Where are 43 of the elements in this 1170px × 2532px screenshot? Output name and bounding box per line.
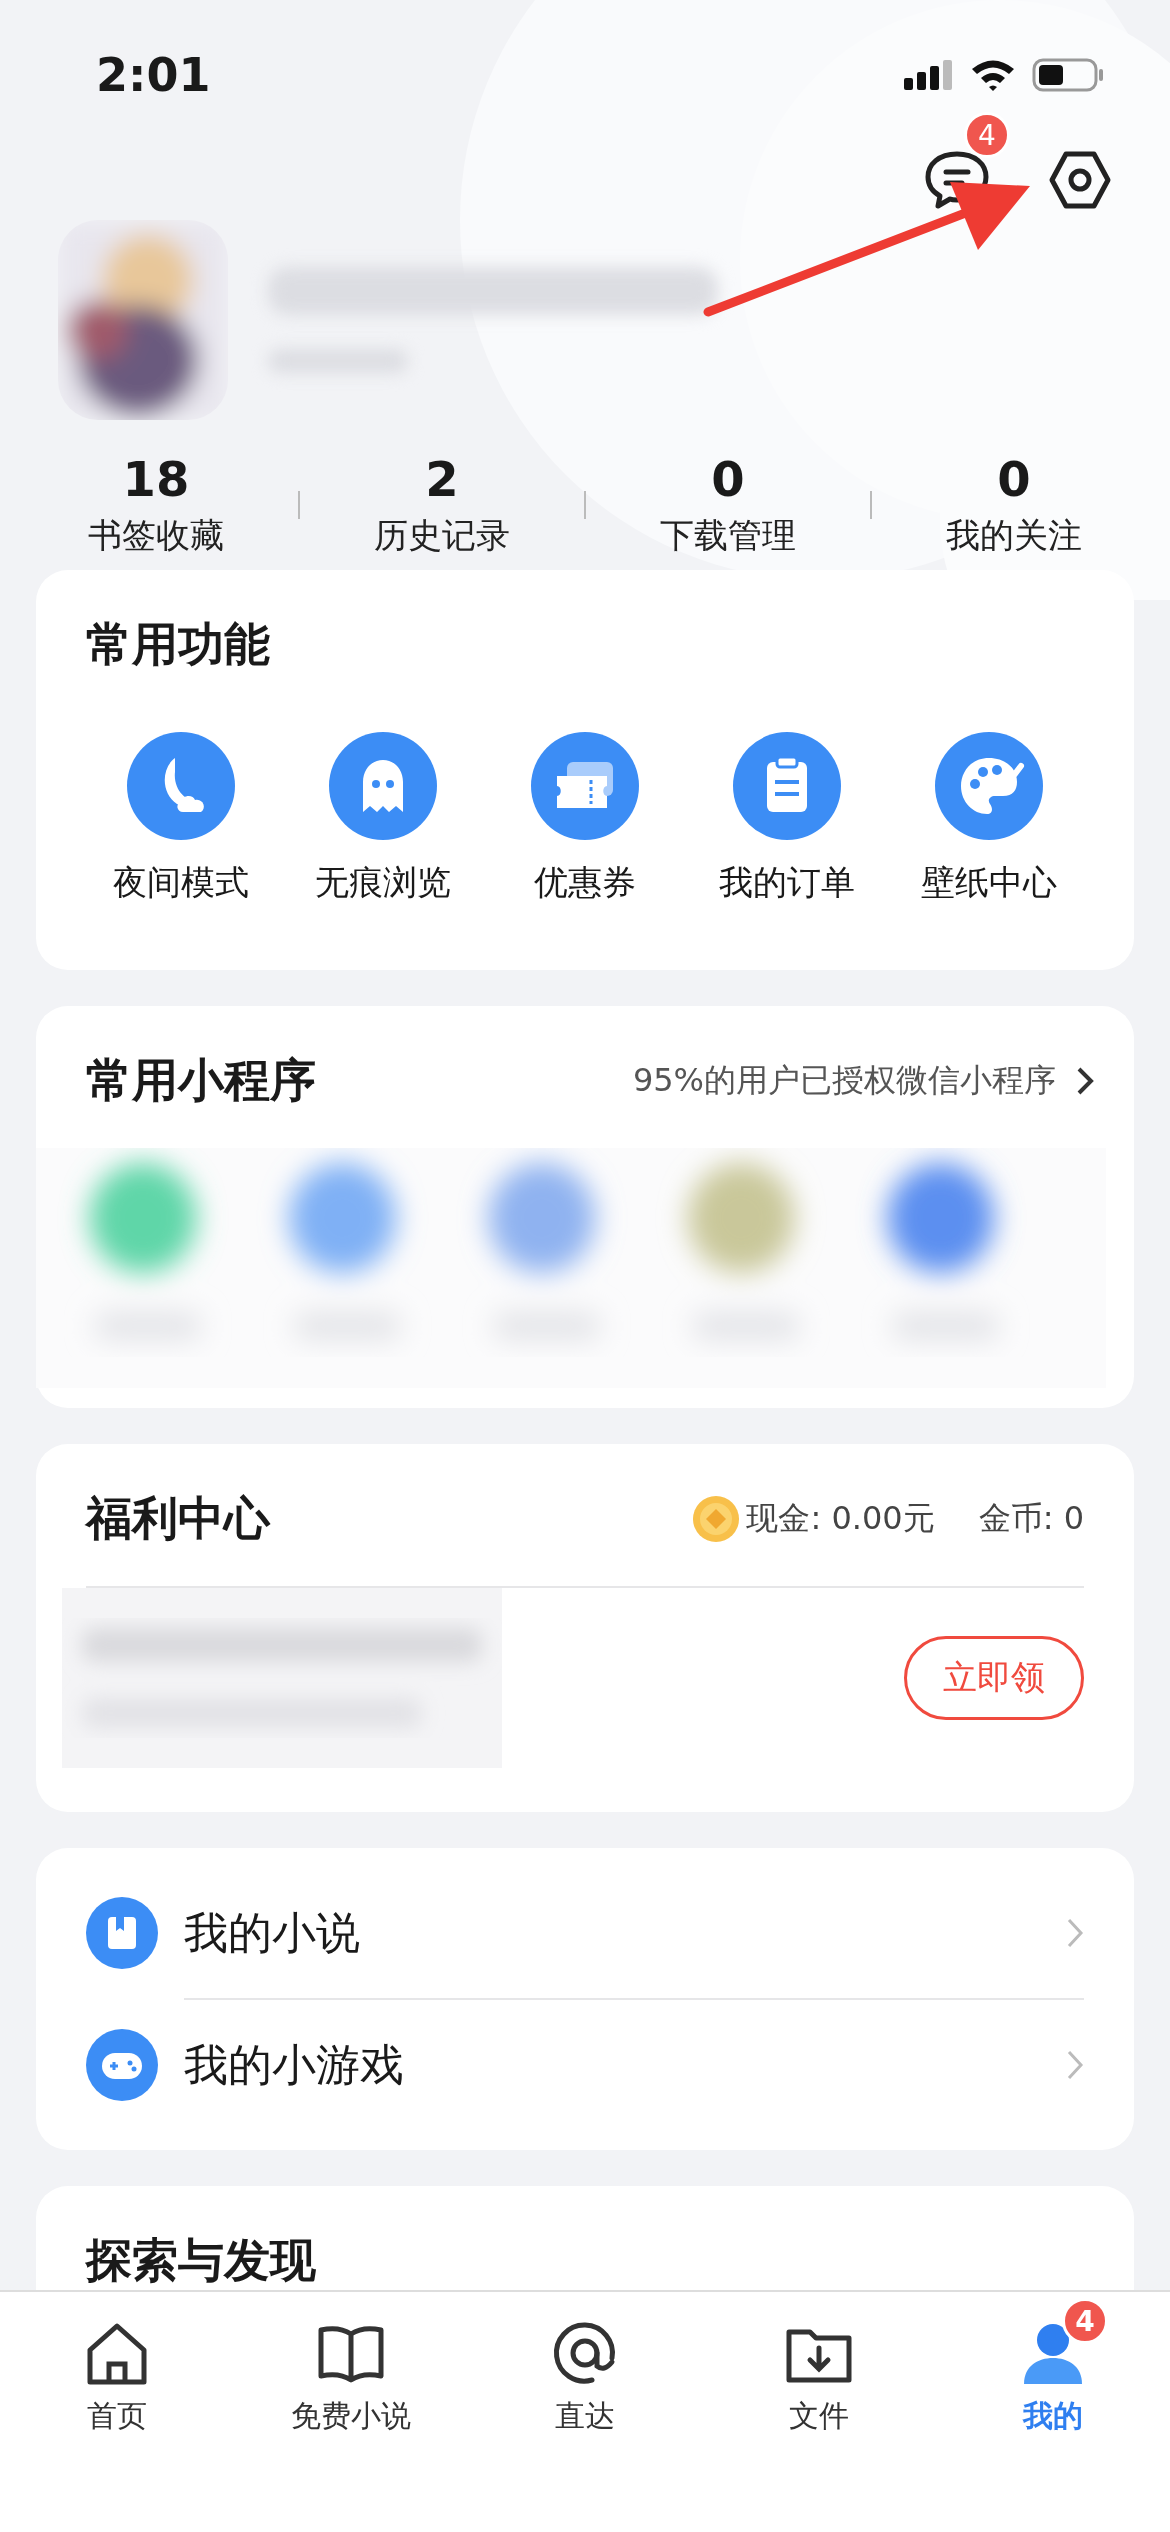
menu-item-label[interactable]: 我的小游戏 <box>184 2035 1066 2095</box>
ticket-icon[interactable] <box>531 732 639 840</box>
function-label[interactable]: 优惠券 <box>534 860 636 906</box>
coin-icon <box>692 1495 741 1543</box>
wifi-icon <box>970 58 1016 92</box>
status-time: 2:01 <box>96 48 211 102</box>
signal-icon <box>904 58 954 92</box>
chevron-right-icon[interactable] <box>1076 1066 1094 1096</box>
tab[interactable]: 文件 <box>719 2292 919 2442</box>
cash-balance: 现金: 0.00元 <box>746 1498 935 1539</box>
claim-button[interactable]: 立即领 <box>904 1636 1084 1720</box>
section-title: 探索与发现 <box>86 2233 316 2287</box>
section-title: 常用功能 <box>86 617 270 671</box>
moon-cloud-icon[interactable] <box>127 732 235 840</box>
stat-label[interactable]: 历史记录 <box>374 513 510 559</box>
stat-label[interactable]: 书签收藏 <box>88 513 224 559</box>
authorization-note[interactable]: 95%的用户已授权微信小程序 <box>632 1059 1056 1103</box>
book-icon[interactable] <box>86 1897 158 1969</box>
clipboard-icon[interactable] <box>733 732 841 840</box>
stat-label[interactable]: 下载管理 <box>660 513 796 559</box>
tab[interactable]: 4 我的 <box>953 2292 1153 2442</box>
gamepad-icon[interactable] <box>86 2029 158 2101</box>
section-title: 福利中心 <box>86 1490 270 1547</box>
notification-badge: 4 <box>1062 2298 1108 2344</box>
stat-count[interactable]: 0 <box>711 451 745 507</box>
palette-icon[interactable] <box>935 732 1043 840</box>
tab[interactable]: 首页 <box>17 2292 217 2442</box>
function-label[interactable]: 夜间模式 <box>113 860 249 906</box>
coin-balance: 金币: 0 <box>978 1498 1084 1539</box>
battery-icon <box>1032 57 1104 93</box>
stat-label[interactable]: 我的关注 <box>946 513 1082 559</box>
tab[interactable]: 免费小说 <box>251 2292 451 2442</box>
section-title: 常用小程序 <box>86 1052 316 1109</box>
tab[interactable]: 直达 <box>485 2292 685 2442</box>
ghost-icon[interactable] <box>329 732 437 840</box>
function-label[interactable]: 壁纸中心 <box>921 860 1057 906</box>
menu-item-label[interactable]: 我的小说 <box>184 1903 1066 1963</box>
stat-count[interactable]: 18 <box>122 451 190 507</box>
settings-icon[interactable] <box>1048 150 1112 210</box>
stat-count[interactable]: 0 <box>997 451 1031 507</box>
function-label[interactable]: 我的订单 <box>719 860 855 906</box>
stat-count[interactable]: 2 <box>425 451 459 507</box>
function-label[interactable]: 无痕浏览 <box>315 860 451 906</box>
